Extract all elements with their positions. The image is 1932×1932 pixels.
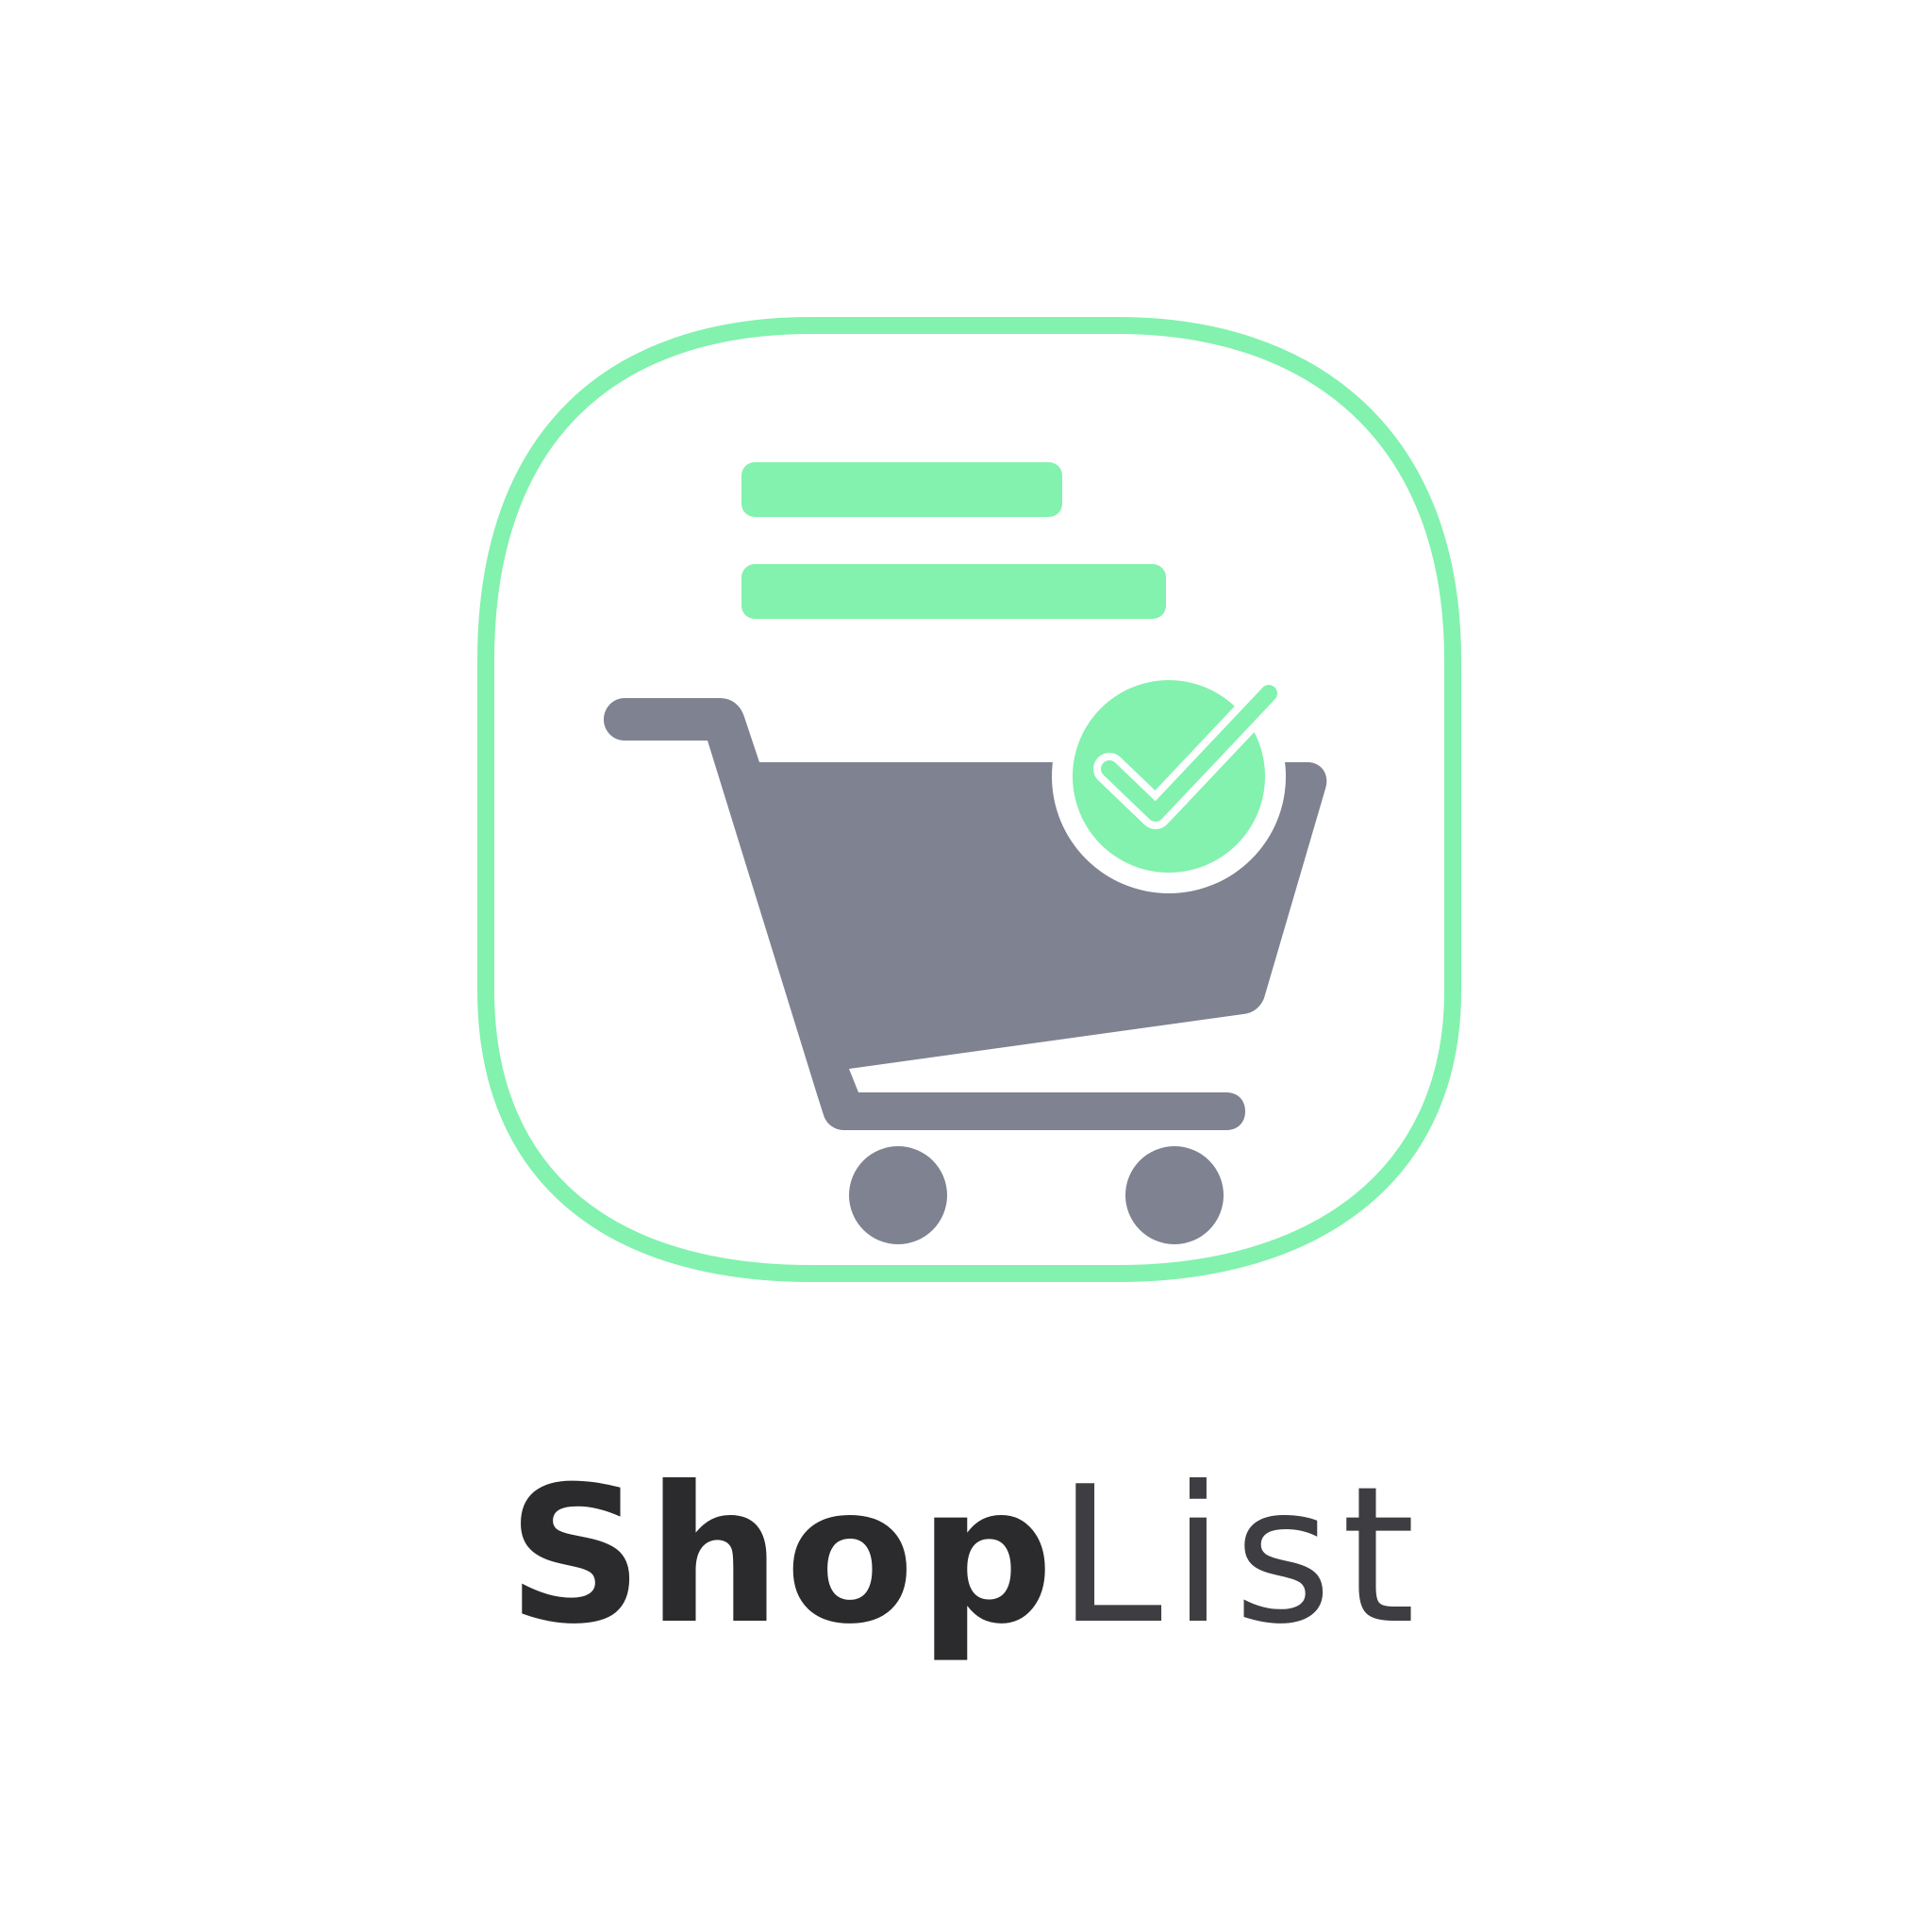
app-logo: ShopList	[0, 0, 1932, 1932]
brand-name-light: List	[1057, 1446, 1425, 1666]
list-line-bottom	[741, 564, 1166, 619]
brand-wordmark: ShopList	[0, 1443, 1932, 1670]
cart-wheel-left	[849, 1146, 947, 1244]
logo-mark	[477, 317, 1461, 1282]
brand-name-bold: Shop	[507, 1446, 1058, 1666]
list-line-top	[741, 462, 1062, 517]
cart-wheel-right	[1125, 1146, 1224, 1244]
list-lines-icon	[741, 462, 1166, 619]
checkmark-badge-icon	[1052, 659, 1286, 893]
